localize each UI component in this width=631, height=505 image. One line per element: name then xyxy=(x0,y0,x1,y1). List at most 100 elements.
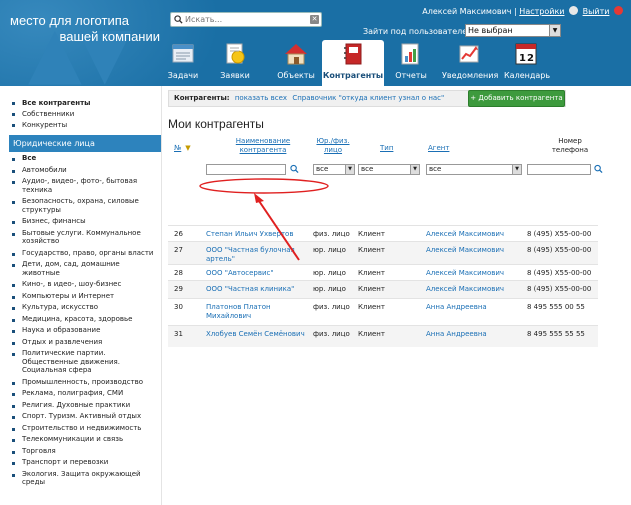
cell-num: 28 xyxy=(174,269,183,277)
notifications-icon xyxy=(459,45,479,63)
sidebar-category-item[interactable]: Промышленность, производство xyxy=(0,378,161,387)
sidebar-category-item[interactable]: Бытовые услуги. Коммунальное хозяйство xyxy=(0,229,161,246)
cell-jur: физ. лицо xyxy=(313,303,350,311)
cell-agent[interactable]: Алексей Максимович xyxy=(426,269,526,278)
cell-phone: 8 (495) X55-00-00 xyxy=(527,269,592,277)
login-as-select[interactable]: Не выбран ▼ xyxy=(465,24,561,37)
source-handbook-link[interactable]: Справочник "откуда клиент узнал о нас" xyxy=(292,94,444,102)
cell-name[interactable]: Степан Ильич Ухвертов xyxy=(206,230,306,239)
nav-tasks[interactable]: Задачи xyxy=(166,40,200,86)
table-row[interactable]: 26 Степан Ильич Ухвертов физ. лицо Клиент Ал… xyxy=(168,225,598,241)
sidebar-category-item[interactable]: Бизнес, финансы xyxy=(0,217,161,226)
sidebar-category-item[interactable]: Все xyxy=(0,154,161,163)
sidebar-category-item[interactable]: Аудио-, видео-, фото-, бытовая техника xyxy=(0,177,161,194)
col-jur-header[interactable]: Юр./физ. лицо xyxy=(313,137,353,155)
nav-reports[interactable]: Отчеты xyxy=(394,40,428,86)
nav-notifications[interactable]: Уведомления xyxy=(442,40,498,86)
sidebar-category-item[interactable]: Транспорт и перевозки xyxy=(0,458,161,467)
cell-num: 29 xyxy=(174,285,183,293)
sidebar-item-competitors[interactable]: Конкуренты xyxy=(0,120,161,131)
sidebar-category-item[interactable]: Политические партии. Общественные движен… xyxy=(0,349,161,375)
sidebar-section-legal-entities[interactable]: Юридические лица xyxy=(9,135,161,152)
cell-name[interactable]: ООО "Частная булочная артель" xyxy=(206,246,306,264)
exit-icon[interactable] xyxy=(614,6,623,15)
nav-requests-label: Заявки xyxy=(220,71,250,80)
nav-contacts-label: Контрагенты xyxy=(322,71,384,80)
table-row[interactable]: 29 ООО "Частная клиника" юр. лицо Клиент Але… xyxy=(168,280,598,298)
cell-name[interactable]: ООО "Частная клиника" xyxy=(206,285,306,294)
show-all-link[interactable]: показать всех xyxy=(235,94,287,102)
col-type-header[interactable]: Тип xyxy=(380,144,393,153)
user-separator: | xyxy=(514,7,517,16)
cell-agent[interactable]: Алексей Максимович xyxy=(426,285,526,294)
sidebar-category-item[interactable]: Спорт. Туризм. Активный отдых xyxy=(0,412,161,421)
cell-agent[interactable]: Алексей Максимович xyxy=(426,230,526,239)
col-phone-header: Номер телефона xyxy=(551,137,589,154)
sidebar-category-item[interactable]: Автомобили xyxy=(0,166,161,175)
cell-type: Клиент xyxy=(358,246,385,254)
col-name-header[interactable]: Наименование контрагента xyxy=(223,137,303,155)
col-num-header[interactable]: № ▼ xyxy=(174,144,191,153)
logo-line-1: место для логотипа xyxy=(10,13,129,28)
sidebar-category-item[interactable]: Отдых и развлечения xyxy=(0,338,161,347)
sidebar-item-all-contacts[interactable]: Все контрагенты xyxy=(0,98,161,109)
sort-down-icon: ▼ xyxy=(185,144,191,152)
sidebar-category-item[interactable]: Кино-, в идео-, шоу-бизнес xyxy=(0,280,161,289)
cell-phone: 8 (495) X55-00-00 xyxy=(527,246,592,254)
sidebar-category-item[interactable]: Экология. Защита окружающей среды xyxy=(0,470,161,487)
calendar-icon: 12 xyxy=(515,43,537,65)
search-input[interactable] xyxy=(185,14,307,25)
sidebar-category-item[interactable]: Безопасность, охрана, силовые структуры xyxy=(0,197,161,214)
nav-tasks-label: Задачи xyxy=(167,71,199,80)
sidebar-item-owners[interactable]: Собственники xyxy=(0,109,161,120)
page-title: Мои контрагенты xyxy=(168,117,264,131)
cell-agent[interactable]: Анна Андреевна xyxy=(426,303,526,312)
logout-link[interactable]: Выйти xyxy=(583,7,610,16)
type-filter-select[interactable]: все ▼ xyxy=(358,164,420,175)
sidebar-category-item[interactable]: Наука и образование xyxy=(0,326,161,335)
cell-agent[interactable]: Алексей Максимович xyxy=(426,246,526,255)
nav-calendar[interactable]: 12 Календарь xyxy=(504,40,550,86)
sidebar-category-item[interactable]: Телекоммуникации и связь xyxy=(0,435,161,444)
cell-name[interactable]: Хлобуев Семён Семёнович xyxy=(206,330,306,339)
nav-requests[interactable]: Заявки xyxy=(218,40,252,86)
cell-name[interactable]: Платонов Платон Михайлович xyxy=(206,303,306,321)
phone-filter-input[interactable] xyxy=(527,164,591,175)
nav-objects[interactable]: Объекты xyxy=(276,40,316,86)
settings-link[interactable]: Настройки xyxy=(519,7,564,16)
requests-icon xyxy=(226,43,245,64)
cell-name[interactable]: ООО "Автосервис" xyxy=(206,269,306,278)
agent-filter-select[interactable]: все ▼ xyxy=(426,164,522,175)
cell-agent[interactable]: Анна Андреевна xyxy=(426,330,526,339)
add-contact-button[interactable]: + Добавить контрагента xyxy=(468,90,565,107)
cell-type: Клиент xyxy=(358,303,385,311)
sidebar-category-item[interactable]: Культура, искусство xyxy=(0,303,161,312)
cell-num: 26 xyxy=(174,230,183,238)
sidebar-category-item[interactable]: Государство, право, органы власти xyxy=(0,249,161,258)
search-icon[interactable] xyxy=(594,164,603,174)
sidebar-category-item[interactable]: Реклама, полиграфия, СМИ xyxy=(0,389,161,398)
sidebar-category-item[interactable]: Торговля xyxy=(0,447,161,456)
table-row[interactable]: 31 Хлобуев Семён Семёнович физ. лицо Клиент… xyxy=(168,325,598,347)
cell-num: 31 xyxy=(174,330,183,338)
search-icon[interactable] xyxy=(290,164,299,174)
name-filter-input[interactable] xyxy=(206,164,286,175)
col-agent-header[interactable]: Агент xyxy=(428,144,449,153)
sidebar: Все контрагенты Собственники Конкуренты … xyxy=(0,86,162,505)
user-name: Алексей Максимович xyxy=(422,7,512,16)
jur-filter-select[interactable]: все ▼ xyxy=(313,164,355,175)
sidebar-category-item[interactable]: Медицина, красота, здоровье xyxy=(0,315,161,324)
clear-search-icon[interactable]: ✕ xyxy=(310,15,319,24)
gear-icon[interactable] xyxy=(569,6,579,15)
table-row[interactable]: 30 Платонов Платон Михайлович физ. лицо Кли… xyxy=(168,298,598,325)
chevron-down-icon: ▼ xyxy=(512,165,521,174)
logo-placeholder[interactable]: место для логотипа вашей компании xyxy=(10,13,160,45)
nav-contacts[interactable]: Контрагенты xyxy=(322,40,384,86)
table-row[interactable]: 28 ООО "Автосервис" юр. лицо Клиент Алексей … xyxy=(168,264,598,280)
sidebar-category-item[interactable]: Дети, дом, сад, домашние животные xyxy=(0,260,161,277)
sidebar-category-item[interactable]: Строительство и недвижимость xyxy=(0,424,161,433)
contacts-book-icon xyxy=(344,43,362,65)
sidebar-category-item[interactable]: Религия. Духовные практики xyxy=(0,401,161,410)
sidebar-category-item[interactable]: Компьютеры и Интернет xyxy=(0,292,161,301)
table-row[interactable]: 27 ООО "Частная булочная артель" юр. лицо К… xyxy=(168,241,598,264)
